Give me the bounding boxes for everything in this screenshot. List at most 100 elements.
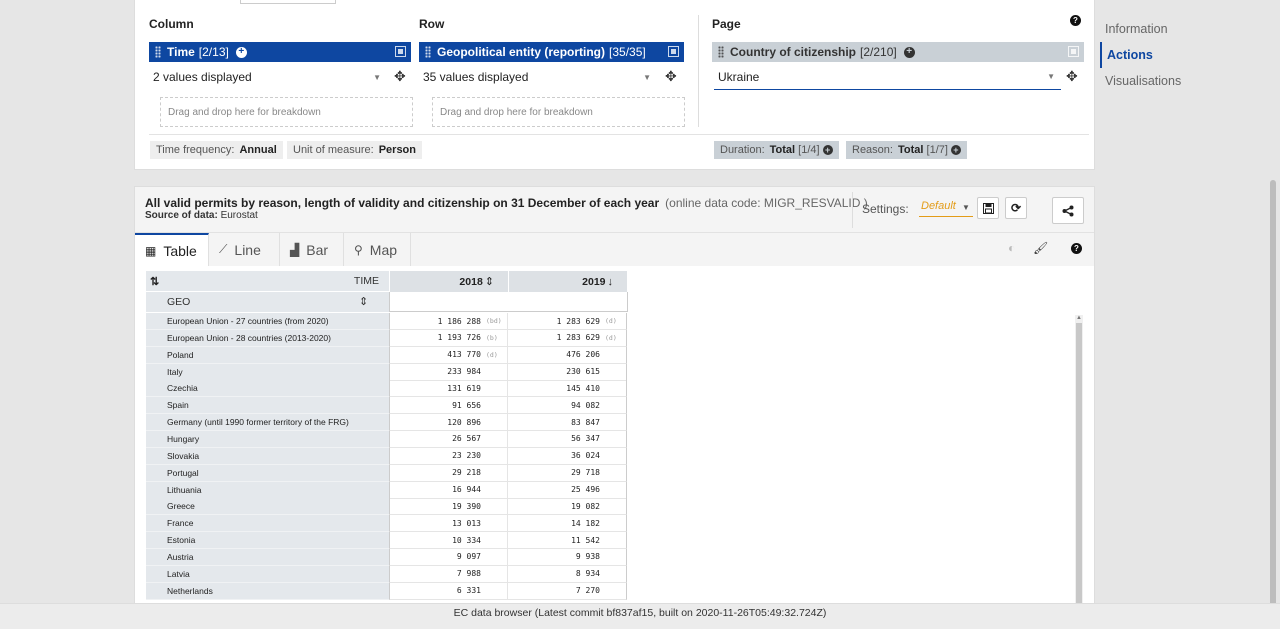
row-label[interactable]: Slovakia [146, 447, 389, 465]
row-dimension-header[interactable]: Geopolitical entity (reporting) [35/35] [419, 42, 684, 62]
chip-label: Reason: [852, 144, 893, 156]
side-nav-actions[interactable]: Actions [1107, 48, 1153, 62]
reason-chip[interactable]: Reason: Total [1/7] + [846, 141, 967, 159]
share-button[interactable] [1052, 197, 1084, 224]
year-header-2018[interactable]: 2018 ⇕ [389, 271, 508, 292]
cell-2018: 16 944 [389, 481, 508, 499]
row-label[interactable]: Hungary [146, 430, 389, 448]
year-header-2019[interactable]: 2019 ↓ [508, 271, 627, 292]
qr-code-icon[interactable] [395, 46, 406, 57]
line-chart-icon: ⟋ [219, 242, 228, 256]
cell-flag: (b) [486, 333, 498, 342]
tab-line[interactable]: ⟋ Line [209, 233, 280, 266]
move-arrows-icon[interactable]: ✥ [1066, 68, 1078, 85]
help-icon[interactable]: ? [1070, 15, 1081, 26]
cell-2019: 230 615 [508, 363, 627, 381]
row-label[interactable]: Portugal [146, 464, 389, 482]
cell-value: 26 567 [452, 434, 481, 444]
tab-map[interactable]: ⚲ Map [344, 233, 411, 266]
row-label[interactable]: Germany (until 1990 former territory of … [146, 414, 389, 432]
page-dimension-header[interactable]: Country of citizenship [2/210] + [712, 42, 1084, 62]
table-row: Poland 413 770 (d) 476 206 [146, 346, 628, 364]
cell-2018: 10 334 [389, 532, 508, 550]
active-indicator [1100, 42, 1102, 68]
move-arrows-icon[interactable]: ✥ [394, 68, 406, 85]
row-label[interactable]: Greece [146, 498, 389, 516]
cell-2018: 1 186 288 (bd) [389, 313, 508, 330]
cell-value: 10 334 [452, 535, 481, 545]
caret-down-icon[interactable]: ▼ [962, 203, 970, 212]
cell-value: 120 896 [447, 417, 481, 427]
cell-value: 83 847 [571, 417, 600, 427]
row-label[interactable]: Czechia [146, 380, 389, 398]
add-circle-icon[interactable]: + [235, 46, 247, 58]
cell-value: 476 206 [566, 350, 600, 360]
column-values-dropdown[interactable]: 2 values displayed ▼ [149, 64, 389, 90]
scroll-up-icon[interactable]: ▲ [1076, 315, 1082, 321]
row-label[interactable]: Austria [146, 548, 389, 566]
row-label[interactable]: Italy [146, 363, 389, 381]
row-label[interactable]: Poland [146, 346, 389, 364]
cell-2018: 23 230 [389, 447, 508, 465]
cell-2019: 1 283 629 (d) [508, 329, 627, 347]
dimension-name: Geopolitical entity (reporting) [437, 45, 606, 59]
cell-flag: (d) [605, 317, 617, 325]
cell-2018: 233 984 [389, 363, 508, 381]
row-label[interactable]: European Union - 27 countries (from 2020… [146, 313, 389, 330]
row-label[interactable]: Spain [146, 397, 389, 415]
side-nav-information[interactable]: Information [1105, 22, 1168, 36]
chip-value: Annual [239, 144, 277, 156]
table-row: European Union - 28 countries (2013-2020… [146, 329, 628, 347]
move-arrows-icon[interactable]: ✥ [665, 68, 677, 85]
row-label[interactable]: Netherlands [146, 582, 389, 600]
column-dropzone[interactable]: Drag and drop here for breakdown [160, 97, 413, 127]
chip-label: Time frequency: [156, 144, 235, 156]
row-values-dropdown[interactable]: 35 values displayed ▼ [419, 64, 659, 90]
save-button[interactable] [977, 197, 999, 219]
drag-handle-icon[interactable] [155, 46, 161, 58]
table-row: Estonia 10 334 11 542 [146, 532, 628, 550]
row-label[interactable]: European Union - 28 countries (2013-2020… [146, 329, 389, 347]
row-label[interactable]: France [146, 515, 389, 533]
row-label[interactable]: Estonia [146, 532, 389, 550]
cell-flag: (d) [486, 350, 498, 359]
tab-label: Table [163, 242, 197, 259]
page-section-title: Page [712, 17, 741, 31]
page-scrollbar[interactable] [1270, 180, 1276, 610]
cell-2018: 91 656 [389, 397, 508, 415]
help-icon[interactable]: ? [1071, 243, 1082, 254]
side-nav-visualisations[interactable]: Visualisations [1105, 74, 1181, 88]
sort-icon[interactable]: ⇅ [150, 275, 159, 288]
drag-handle-icon[interactable] [718, 46, 724, 58]
sort-icon[interactable]: ⇕ [359, 295, 368, 308]
row-dropzone[interactable]: Drag and drop here for breakdown [432, 97, 685, 127]
row-label[interactable]: Latvia [146, 565, 389, 583]
cell-value: 19 082 [571, 501, 600, 511]
geo-axis-label: GEO [167, 296, 191, 308]
map-marker-icon: ⚲ [354, 242, 363, 257]
table-scrollbar[interactable]: ▲ [1075, 315, 1083, 615]
cell-value: 23 230 [452, 451, 481, 461]
tab-table[interactable]: ▦ Table [135, 233, 209, 266]
add-circle-icon[interactable]: + [903, 46, 915, 58]
cell-2018: 413 770 (d) [389, 346, 508, 364]
page-value-dropdown[interactable]: Ukraine ▼ [714, 64, 1061, 90]
qr-code-icon[interactable] [668, 46, 679, 57]
qr-code-icon[interactable] [1068, 46, 1079, 57]
cell-2019: 36 024 [508, 447, 627, 465]
panel-tab-edge [135, 0, 241, 4]
duration-chip[interactable]: Duration: Total [1/4] + [714, 141, 839, 159]
scrollbar-thumb[interactable] [1076, 323, 1082, 615]
drag-handle-icon[interactable] [425, 46, 431, 58]
cell-value: 145 410 [566, 383, 600, 393]
table-row: Portugal 29 218 29 718 [146, 464, 628, 482]
row-label[interactable]: Lithuania [146, 481, 389, 499]
refresh-button[interactable]: ⟳ [1005, 197, 1027, 219]
brush-icon[interactable]: 🖌 [1033, 241, 1048, 255]
tab-bar[interactable]: ▟ Bar [280, 233, 344, 266]
palette-icon[interactable]: ◐ [1008, 241, 1015, 255]
add-circle-icon[interactable]: + [950, 145, 961, 155]
column-dimension-header[interactable]: Time [2/13] + [149, 42, 411, 62]
dataset-title-line: All valid permits by reason, length of v… [145, 196, 868, 210]
add-circle-icon[interactable]: + [822, 145, 833, 155]
